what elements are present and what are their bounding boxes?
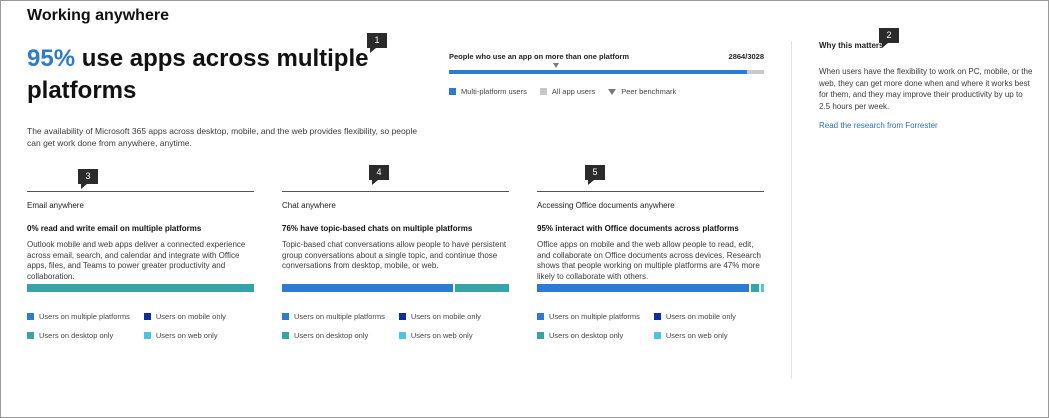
square-icon — [539, 88, 547, 95]
platform-split-bar — [282, 284, 509, 292]
legend-item-multiple: Users on multiple platforms — [27, 312, 130, 321]
card-description: Outlook mobile and web apps deliver a co… — [27, 240, 246, 281]
card-chat-anywhere: Chat anywhere 76% have topic-based chats… — [282, 191, 509, 340]
side-title: Why this matters — [819, 41, 884, 50]
square-icon — [537, 313, 544, 320]
callout-marker-3[interactable]: 3 — [78, 169, 98, 189]
square-icon — [398, 313, 406, 320]
legend-item-mobile: Users on mobile only — [398, 312, 481, 321]
square-icon — [537, 332, 544, 339]
legend-item-desktop: Users on desktop only — [282, 331, 385, 340]
bar-segment-desktop — [27, 284, 254, 292]
platform-split-bar — [537, 284, 764, 292]
square-icon — [449, 88, 456, 95]
square-icon — [27, 332, 34, 339]
side-divider — [791, 41, 792, 379]
legend-item-all-app-users: All app users — [539, 87, 595, 96]
legend-item-multiple: Users on multiple platforms — [537, 312, 640, 321]
square-icon — [653, 332, 661, 339]
forrester-research-link[interactable]: Read the research from Forrester — [819, 121, 1034, 130]
legend-item-peer-benchmark: Peer benchmark — [608, 87, 676, 96]
legend-item-desktop: Users on desktop only — [27, 331, 130, 340]
card-legend: Users on multiple platforms Users on mobi… — [27, 312, 254, 340]
bar-segment-web — [760, 284, 764, 292]
card-headline: 95% interact with Office documents acros… — [537, 224, 739, 233]
bar-segment-desktop — [750, 284, 759, 292]
page-title: Working anywhere — [27, 7, 169, 24]
card-legend: Users on multiple platforms Users on mobi… — [282, 312, 509, 340]
square-icon — [282, 313, 289, 320]
chart-legend: Multi-platform users All app users Peer … — [449, 87, 764, 96]
headline: 95% use apps across multiple platforms — [27, 43, 387, 107]
card-headline: 76% have topic-based chats on multiple p… — [282, 224, 473, 233]
legend-item-multiple: Users on multiple platforms — [282, 312, 385, 321]
card-headline: 0% read and write email on multiple plat… — [27, 224, 202, 233]
bar-segment-multiple — [282, 284, 453, 292]
card-description: Office apps on mobile and the web allow … — [537, 240, 761, 281]
card-title: Accessing Office documents anywhere — [537, 201, 675, 210]
callout-marker-4[interactable]: 4 — [369, 165, 389, 185]
bar-segment-multiple — [537, 284, 749, 292]
legend-item-web: Users on web only — [653, 331, 736, 340]
callout-marker-1[interactable]: 1 — [367, 33, 387, 53]
legend-item-web: Users on web only — [398, 331, 481, 340]
why-this-matters-panel: Why this matters When users have the fle… — [819, 41, 1034, 130]
intro-text: The availability of Microsoft 365 apps a… — [27, 126, 418, 148]
card-legend: Users on multiple platforms Users on mobi… — [537, 312, 764, 340]
card-office-documents-anywhere: Accessing Office documents anywhere 95% … — [537, 191, 764, 340]
peer-benchmark-marker — [553, 63, 560, 68]
card-description: Topic-based chat conversations allow peo… — [282, 240, 507, 270]
legend-item-web: Users on web only — [143, 331, 226, 340]
report-frame: Working anywhere 95% use apps across mul… — [0, 0, 1049, 418]
callout-marker-5[interactable]: 5 — [585, 165, 605, 185]
card-email-anywhere: Email anywhere 0% read and write email o… — [27, 191, 254, 340]
card-title: Chat anywhere — [282, 201, 336, 210]
square-icon — [143, 313, 151, 320]
multi-platform-chart: People who use an app on more than one p… — [449, 52, 764, 96]
platform-split-bar — [27, 284, 254, 292]
side-text: When users have the flexibility to work … — [819, 67, 1033, 111]
legend-item-multi-platform: Multi-platform users — [449, 87, 527, 96]
headline-percent: 95% — [27, 45, 76, 72]
legend-item-desktop: Users on desktop only — [537, 331, 640, 340]
card-title: Email anywhere — [27, 201, 84, 210]
legend-item-mobile: Users on mobile only — [143, 312, 226, 321]
chart-count: 2864/3028 — [728, 52, 764, 61]
bar-segment-desktop — [454, 284, 509, 292]
progress-bar — [449, 63, 764, 74]
square-icon — [653, 313, 661, 320]
square-icon — [398, 332, 406, 339]
square-icon — [282, 332, 289, 339]
triangle-down-icon — [608, 88, 617, 95]
chart-label: People who use an app on more than one p… — [449, 52, 630, 61]
square-icon — [143, 332, 151, 339]
square-icon — [27, 313, 34, 320]
headline-text: use apps across multiple platforms — [27, 45, 369, 104]
legend-item-mobile: Users on mobile only — [653, 312, 736, 321]
progress-bar-fill — [449, 70, 747, 74]
